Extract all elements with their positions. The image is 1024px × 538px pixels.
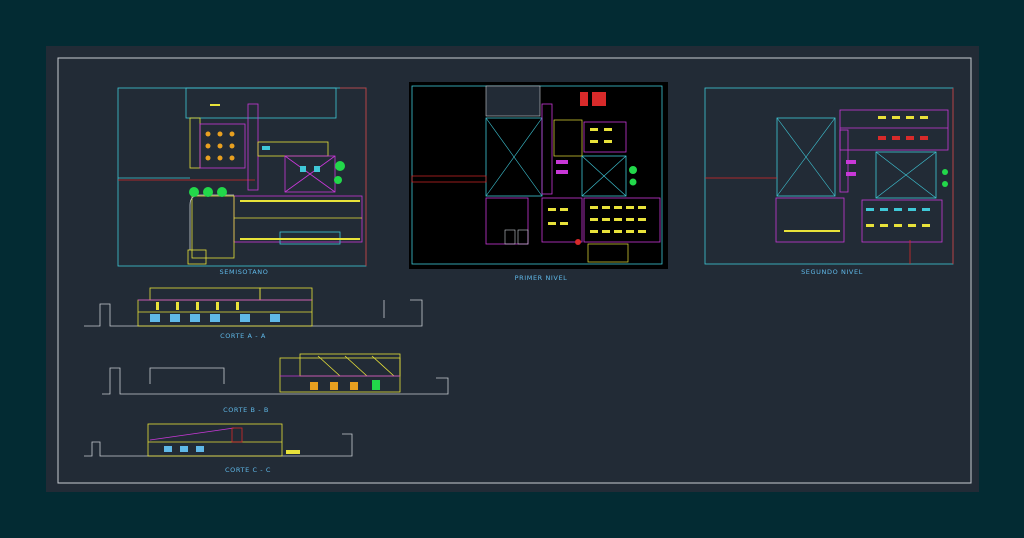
first-floor-red-marker <box>575 239 581 245</box>
first-floor-plan <box>409 82 668 269</box>
first-floor-plan-label: PRIMER NIVEL <box>515 274 568 282</box>
basement-plan-label: SEMISOTANO <box>220 268 269 276</box>
cad-drawing-canvas: SEMISOTANO PRIMER NIVEL SEGUNDO NIVEL CO… <box>46 46 979 492</box>
section-c-label: CORTE C - C <box>225 466 271 474</box>
section-b-label: CORTE B - B <box>223 406 269 414</box>
section-a-label: CORTE A - A <box>220 332 266 340</box>
second-floor-plan-label: SEGUNDO NIVEL <box>801 268 863 276</box>
